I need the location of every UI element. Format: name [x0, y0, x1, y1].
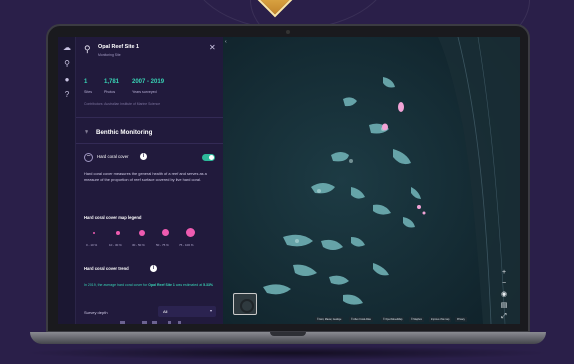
zoom-out-icon[interactable]: − [500, 280, 508, 288]
legend-label: 30 - 50 % [132, 243, 145, 247]
survey-depth-select[interactable]: All ▾ [158, 306, 216, 317]
close-icon[interactable]: ✕ [209, 43, 216, 52]
map-pin-icon: ⚲ [84, 44, 91, 54]
legend-dot [139, 230, 145, 236]
stat-sites-value: 1 [84, 79, 88, 85]
trend-title: Hard coral cover trend [84, 266, 129, 271]
trend-value: 5.33% [203, 283, 214, 287]
location-icon[interactable]: ● [62, 75, 72, 85]
laptop-lid: ☁ ⚲ ● ? ⚲ Opal Reef Site 1 Monitoring Si… [46, 24, 530, 333]
help-icon[interactable]: ? [62, 90, 72, 100]
attribution-item[interactable]: © Esri, Maxar, GeoEye [315, 317, 344, 322]
coral-site-marker[interactable] [382, 123, 388, 131]
zoom-in-icon[interactable]: + [500, 269, 508, 277]
coral-site-marker[interactable] [417, 205, 421, 209]
legend-dot [162, 229, 169, 236]
logo-icon[interactable]: ☁ [62, 43, 72, 53]
layers-icon[interactable]: ▤ [500, 302, 508, 310]
info-icon[interactable]: i [140, 153, 147, 160]
basemap-thumbnail[interactable] [233, 293, 257, 315]
stat-photos-value: 1,781 [104, 79, 120, 85]
search-icon[interactable]: ⚲ [62, 59, 72, 69]
site-subtitle: Monitoring Site [98, 53, 121, 57]
survey-depth-label: Survey depth [84, 310, 108, 315]
legend-dot [116, 231, 120, 235]
trend-prefix: In 2019, the average hard coral cover fo… [84, 283, 149, 287]
trend-site-link[interactable]: Opal Reef Site 1 [148, 283, 175, 287]
chart-stub [142, 321, 147, 324]
chart-stub [152, 321, 157, 324]
chart-stub [178, 321, 181, 324]
stat-years-value: 2007 - 2019 [132, 79, 165, 85]
compass-icon[interactable]: ◉ [500, 291, 508, 299]
stat-photos-label: Photos [104, 90, 116, 94]
stat-years-label: Years surveyed [132, 90, 157, 94]
chart-stub [120, 321, 125, 324]
map-imagery [223, 37, 520, 324]
trend-text: In 2019, the average hard coral cover fo… [84, 283, 218, 288]
divider [76, 143, 223, 144]
satellite-map[interactable]: ‹ + − ◉ ▤ ⤢ © Esri, Maxar, GeoEye © Alle… [223, 37, 520, 324]
laptop-notch [270, 332, 306, 336]
layer-name: Hard coral cover [97, 154, 129, 159]
survey-depth-value: All [163, 309, 168, 314]
chevron-down-icon: ▾ [209, 308, 212, 313]
section-title: Benthic Monitoring [96, 129, 153, 136]
stat-sites-label: Sites [84, 90, 92, 94]
icon-rail: ☁ ⚲ ● ? [58, 37, 76, 324]
divider [76, 117, 223, 118]
legend-dot [186, 228, 195, 237]
legend-label: 10 - 30 % [109, 243, 122, 247]
share-icon[interactable]: ⤢ [500, 313, 508, 321]
collapse-panel-icon[interactable]: ‹ [225, 39, 227, 45]
layer-description: Hard coral cover measures the general he… [84, 171, 207, 183]
legend-title: Hard coral cover map legend [84, 215, 142, 220]
coral-site-marker[interactable] [422, 211, 426, 215]
chart-stub [168, 321, 171, 324]
laptop-shadow [22, 346, 552, 360]
site-title: Opal Reef Site 1 [98, 44, 140, 50]
legend-label: 75 - 100 % [179, 243, 194, 247]
attribution-item[interactable]: © Mapbox [409, 317, 424, 322]
layer-toggle[interactable] [202, 154, 215, 161]
attribution-item[interactable]: Improve this map [429, 317, 452, 322]
coral-icon: ♆ [84, 129, 90, 136]
attribution-item[interactable]: © OpenStreetMap [381, 317, 405, 322]
collapse-layer-button[interactable]: − [84, 153, 93, 162]
site-panel: ⚲ Opal Reef Site 1 Monitoring Site ✕ 1 S… [76, 37, 223, 324]
info-icon[interactable]: i [150, 265, 157, 272]
trend-mid: was estimated at [174, 283, 204, 287]
coral-site-marker[interactable] [398, 102, 404, 112]
camera [286, 30, 290, 34]
attribution-item[interactable]: Privacy [455, 317, 467, 322]
contributors-text: Contributors: Australian Institute of Ma… [84, 102, 161, 106]
laptop-base [30, 332, 546, 344]
app-screen: ☁ ⚲ ● ? ⚲ Opal Reef Site 1 Monitoring Si… [58, 37, 520, 324]
legend-label: 50 - 75 % [156, 243, 169, 247]
legend-dot [93, 232, 95, 234]
legend-label: 0 - 10 % [86, 243, 98, 247]
attribution-item[interactable]: © Allen Coral Atlas [349, 317, 373, 322]
